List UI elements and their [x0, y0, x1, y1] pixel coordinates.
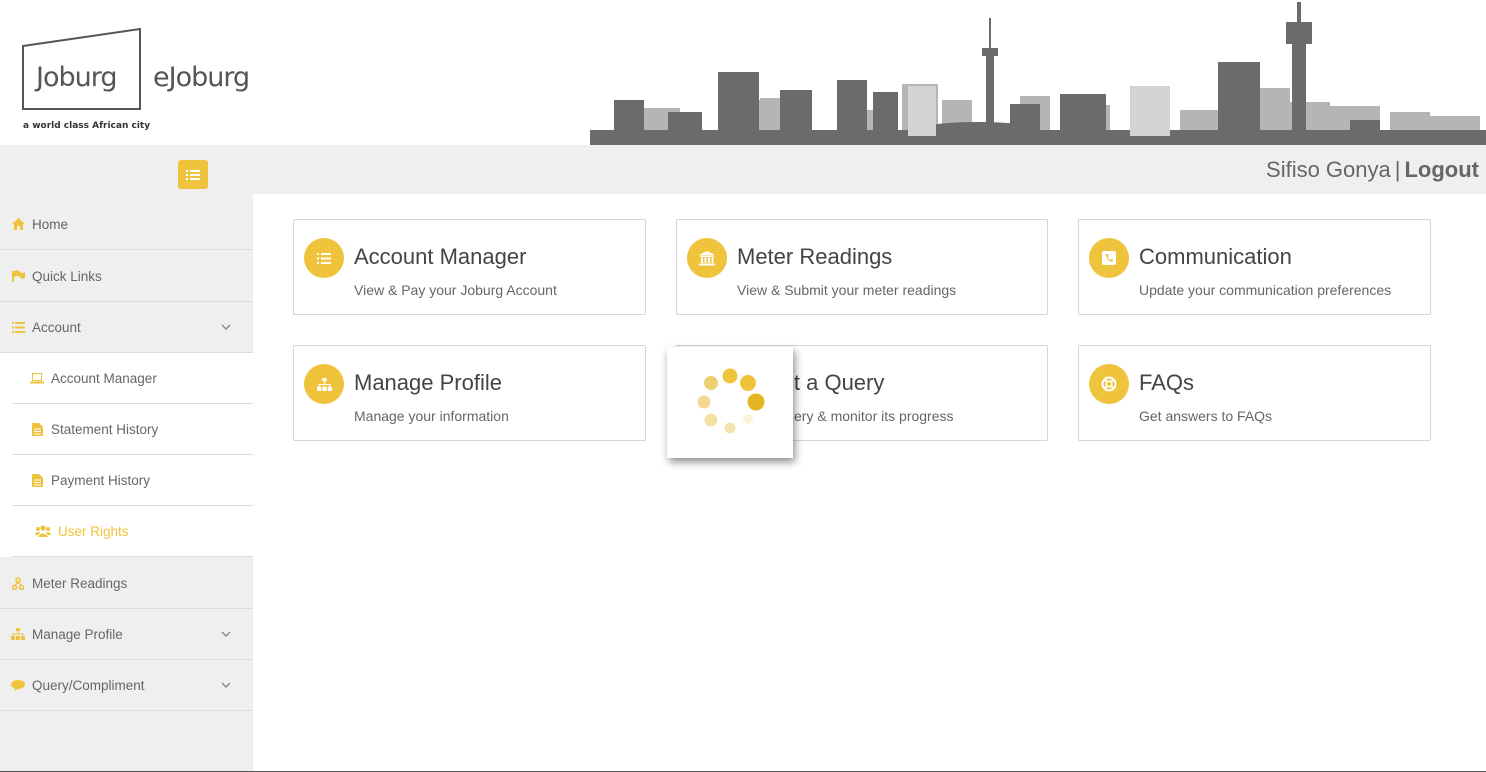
card-title: it a Query — [789, 370, 885, 395]
card-title: Meter Readings — [737, 244, 893, 269]
sidebar-item-account[interactable]: Account — [0, 302, 253, 353]
users-icon — [35, 524, 51, 538]
sidebar-item-account-manager[interactable]: Account Manager — [12, 353, 253, 404]
card-description: Get answers to FAQs — [1139, 408, 1273, 424]
file-icon — [30, 422, 44, 436]
loading-spinner — [667, 347, 793, 458]
comment-icon — [11, 678, 25, 692]
user-separator: | — [1394, 157, 1401, 182]
chevron-down-icon — [221, 682, 231, 688]
sidebar-item-label: Home — [32, 216, 69, 232]
card-description: ery & monitor its progress — [794, 408, 954, 424]
list-icon — [11, 320, 25, 334]
sidebar-item-label: Account — [32, 319, 81, 335]
card-account-manager[interactable]: Account Manager View & Pay your Joburg A… — [293, 219, 646, 315]
menu-toggle-button[interactable] — [178, 160, 208, 189]
chevron-down-icon — [221, 631, 231, 637]
city-skyline-image — [590, 2, 1486, 145]
card-communication[interactable]: Communication Update your communication … — [1078, 219, 1431, 315]
card-faqs[interactable]: FAQs Get answers to FAQs — [1078, 345, 1431, 441]
ejoburg-logo[interactable]: eJoburg — [153, 62, 250, 93]
sub-item-label: Statement History — [51, 421, 159, 437]
laptop-icon — [30, 371, 44, 385]
sidebar-item-manage-profile[interactable]: Manage Profile — [0, 609, 253, 660]
logout-link[interactable]: Logout — [1404, 157, 1479, 182]
card-title: Account Manager — [354, 244, 527, 269]
list-icon — [304, 238, 344, 278]
sidebar-item-quick-links[interactable]: Quick Links — [0, 251, 253, 302]
card-manage-profile[interactable]: Manage Profile Manage your information — [293, 345, 646, 441]
sitemap-icon — [11, 576, 25, 590]
sidebar-item-label: Manage Profile — [32, 626, 123, 642]
sidebar-item-query-compliment[interactable]: Query/Compliment — [0, 660, 253, 711]
phone-icon — [1089, 238, 1129, 278]
card-title: Communication — [1139, 244, 1292, 269]
flag-icon — [11, 269, 25, 283]
logo-tagline: a world class African city — [23, 121, 151, 131]
lifebuoy-icon — [1089, 364, 1129, 404]
site-header: Joburg eJoburg a world class African cit… — [0, 0, 1486, 145]
card-description: View & Pay your Joburg Account — [354, 282, 557, 298]
card-description: Manage your information — [354, 408, 509, 424]
sidebar-item-label: Query/Compliment — [32, 677, 145, 693]
sidebar-item-payment-history[interactable]: Payment History — [12, 455, 253, 506]
card-title: Manage Profile — [354, 370, 502, 395]
sub-item-label: User Rights — [58, 523, 129, 539]
user-area: Sifiso Gonya | Logout — [1266, 157, 1479, 183]
sidebar-item-meter-readings[interactable]: Meter Readings — [0, 558, 253, 609]
file-icon — [30, 473, 44, 487]
joburg-logo[interactable]: Joburg — [36, 62, 117, 93]
bank-icon — [687, 238, 727, 278]
top-bar — [0, 145, 1486, 194]
user-name: Sifiso Gonya — [1266, 157, 1391, 182]
chevron-down-icon — [221, 324, 231, 330]
card-description: View & Submit your meter readings — [737, 282, 957, 298]
sitemap-icon — [304, 364, 344, 404]
card-title: FAQs — [1139, 370, 1195, 395]
home-icon — [11, 217, 25, 231]
account-submenu: Account Manager Statement History Paymen… — [0, 353, 253, 557]
sidebar-item-home[interactable]: Home — [0, 199, 253, 250]
card-description: Update your communication preferences — [1139, 282, 1392, 298]
sidebar-item-label: Quick Links — [32, 268, 102, 284]
sidebar-item-statement-history[interactable]: Statement History — [12, 404, 253, 455]
sidebar-item-label: Meter Readings — [32, 575, 128, 591]
sub-item-label: Payment History — [51, 472, 151, 488]
sidebar-item-user-rights[interactable]: User Rights — [12, 506, 253, 557]
card-meter-readings[interactable]: Meter Readings View & Submit your meter … — [676, 219, 1048, 315]
list-icon — [186, 169, 200, 180]
sitemap-icon — [11, 627, 25, 641]
spinner-icon — [697, 368, 765, 434]
sub-item-label: Account Manager — [51, 370, 157, 386]
